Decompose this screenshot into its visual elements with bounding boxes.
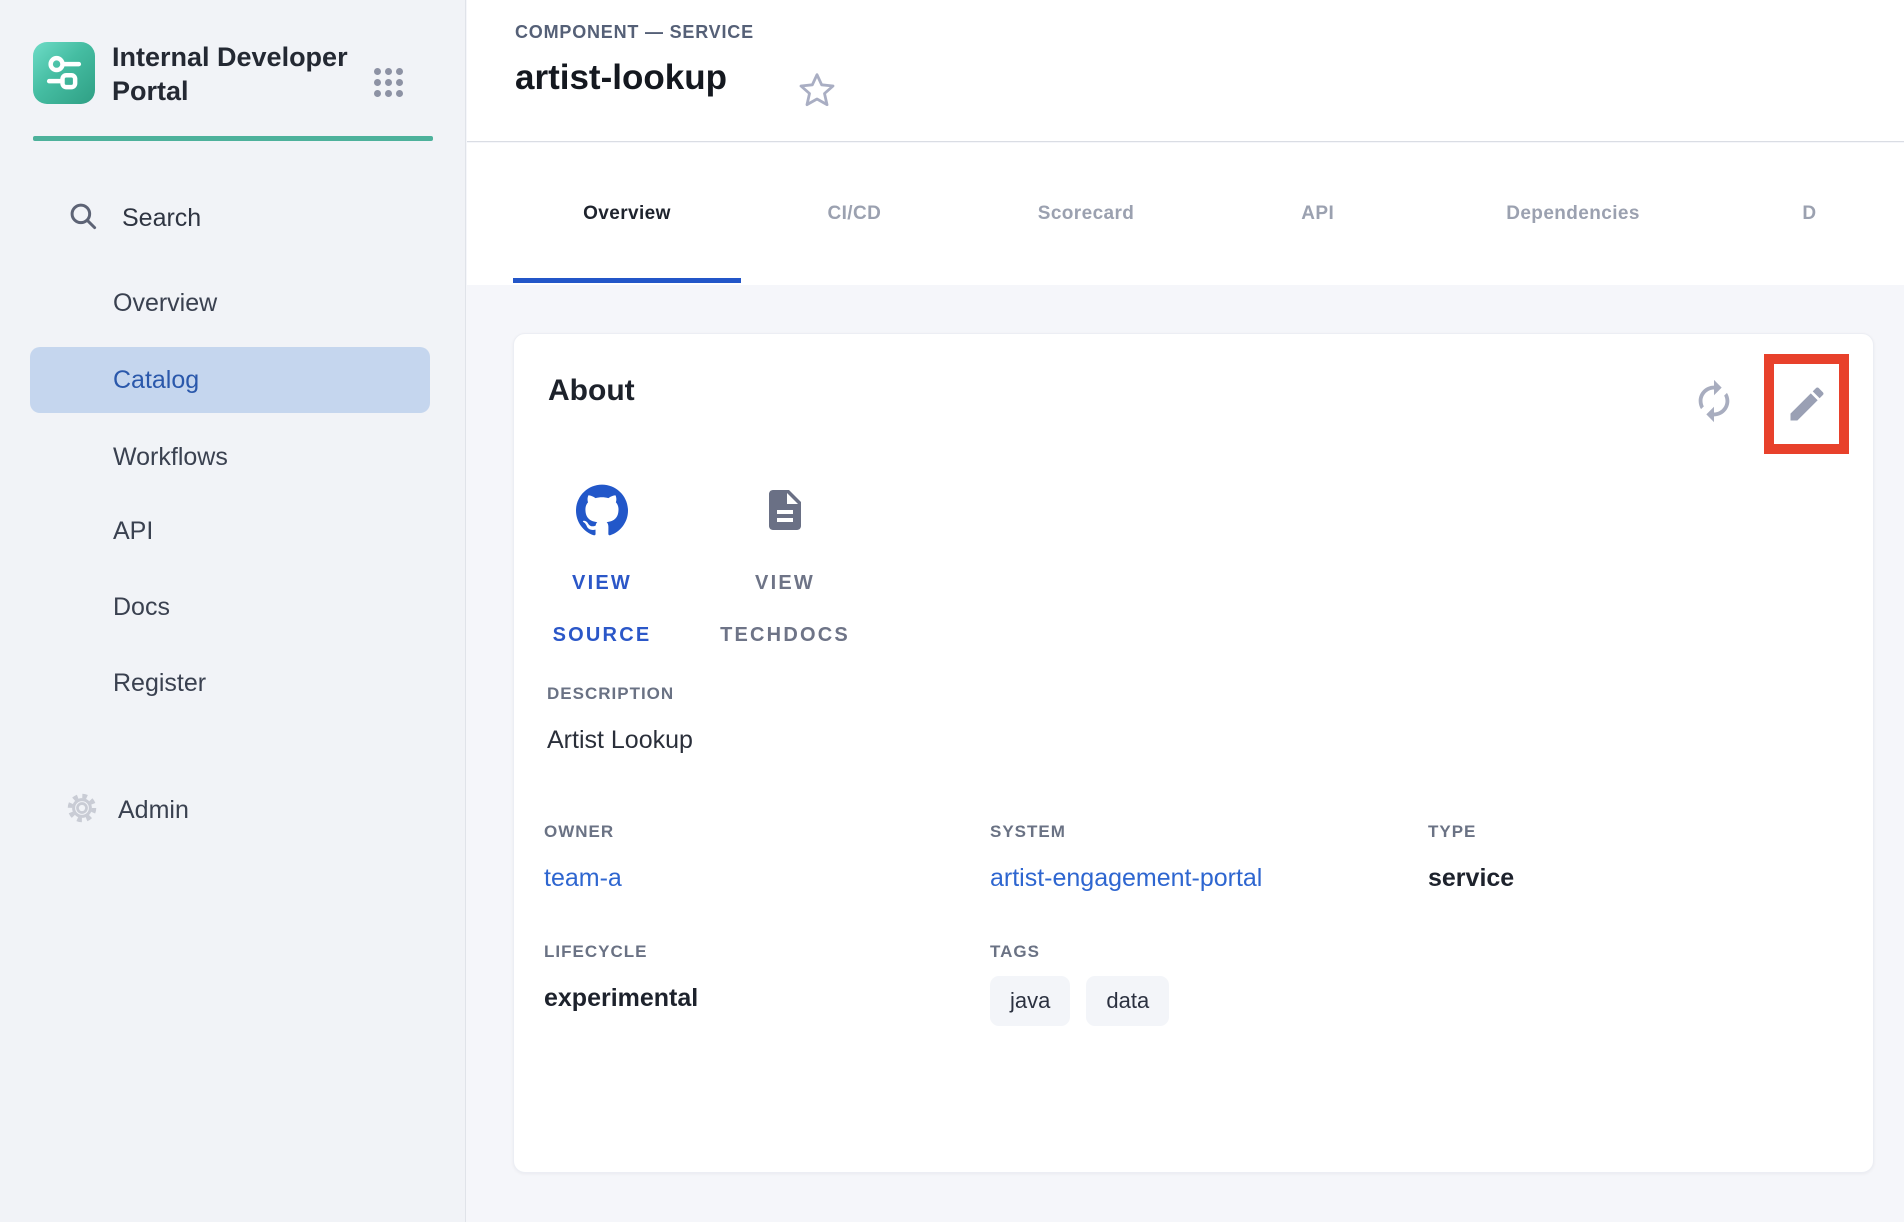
document-icon [761, 484, 809, 541]
sidebar-item-label: Overview [113, 289, 217, 318]
description-label: DESCRIPTION [547, 684, 674, 704]
tags-label: TAGS [990, 942, 1040, 962]
sidebar-item-api[interactable]: API [30, 509, 430, 553]
annotation-highlight-box [1764, 354, 1849, 454]
tab-label: Dependencies [1506, 203, 1640, 225]
tab-label: D [1802, 203, 1816, 225]
tab-label: API [1301, 203, 1334, 225]
view-source-label: VIEW SOURCE [532, 557, 672, 661]
apps-grid-icon[interactable] [374, 68, 403, 97]
tab-label: Scorecard [1038, 203, 1135, 225]
sidebar-item-label: Workflows [113, 443, 228, 472]
tab-api[interactable]: API [1204, 143, 1431, 285]
type-label: TYPE [1428, 822, 1476, 842]
sidebar-item-label: Register [113, 669, 206, 698]
tab-cicd[interactable]: CI/CD [741, 143, 968, 285]
owner-label: OWNER [544, 822, 614, 842]
sidebar-item-label: Catalog [113, 366, 199, 395]
gear-icon [64, 790, 100, 831]
sidebar-item-workflows[interactable]: Workflows [30, 435, 430, 479]
tag-chip[interactable]: java [990, 976, 1070, 1026]
main-area: COMPONENT — SERVICE artist-lookup Overvi… [467, 0, 1904, 1222]
tab-label: CI/CD [828, 203, 882, 225]
page-header: COMPONENT — SERVICE artist-lookup [467, 0, 1904, 142]
sidebar-item-register[interactable]: Register [30, 661, 430, 705]
github-icon [576, 484, 628, 541]
owner-value-link[interactable]: team-a [544, 864, 622, 893]
tab-bar: Overview CI/CD Scorecard API Dependencie… [467, 143, 1904, 285]
tab-overview[interactable]: Overview [513, 143, 741, 285]
sidebar-item-admin[interactable]: Admin [64, 788, 189, 832]
edit-pencil-icon[interactable] [1785, 382, 1829, 426]
view-source-link[interactable]: VIEW SOURCE [532, 484, 672, 661]
system-label: SYSTEM [990, 822, 1066, 842]
tag-chip[interactable]: data [1086, 976, 1169, 1026]
card-title: About [548, 374, 635, 408]
star-icon[interactable] [797, 70, 837, 110]
system-value-link[interactable]: artist-engagement-portal [990, 864, 1262, 893]
brand: Internal Developer Portal [33, 42, 95, 104]
app-title: Internal Developer Portal [112, 40, 362, 108]
tags-list: java data [990, 976, 1169, 1026]
sidebar-item-docs[interactable]: Docs [30, 585, 430, 629]
tab-label: Overview [583, 203, 671, 225]
sidebar-item-label: Docs [113, 593, 170, 622]
view-techdocs-link[interactable]: VIEW TECHDOCS [700, 484, 870, 661]
tab-scorecard[interactable]: Scorecard [968, 143, 1204, 285]
brand-accent-rule [33, 136, 433, 141]
tab-truncated[interactable]: D [1715, 143, 1904, 285]
sidebar-item-search[interactable]: Search [66, 196, 201, 240]
lifecycle-value: experimental [544, 984, 698, 1013]
lifecycle-label: LIFECYCLE [544, 942, 647, 962]
refresh-icon[interactable] [1691, 378, 1737, 424]
view-techdocs-label: VIEW TECHDOCS [700, 557, 870, 661]
app-logo-icon [33, 42, 95, 104]
page-title: artist-lookup [515, 58, 727, 98]
about-card: About VIEW SOURCE [513, 333, 1874, 1173]
sidebar-item-label: Search [122, 204, 201, 233]
sidebar-item-catalog[interactable]: Catalog [30, 347, 430, 413]
tab-dependencies[interactable]: Dependencies [1431, 143, 1715, 285]
description-value: Artist Lookup [547, 726, 693, 755]
sidebar-item-overview[interactable]: Overview [30, 281, 430, 325]
search-icon [66, 199, 100, 238]
sidebar-item-label: Admin [118, 796, 189, 825]
breadcrumb-eyebrow: COMPONENT — SERVICE [515, 22, 754, 43]
type-value: service [1428, 864, 1514, 893]
sidebar: Internal Developer Portal Search Overvie… [0, 0, 466, 1222]
sidebar-item-label: API [113, 517, 153, 546]
content-area: About VIEW SOURCE [467, 285, 1904, 1222]
